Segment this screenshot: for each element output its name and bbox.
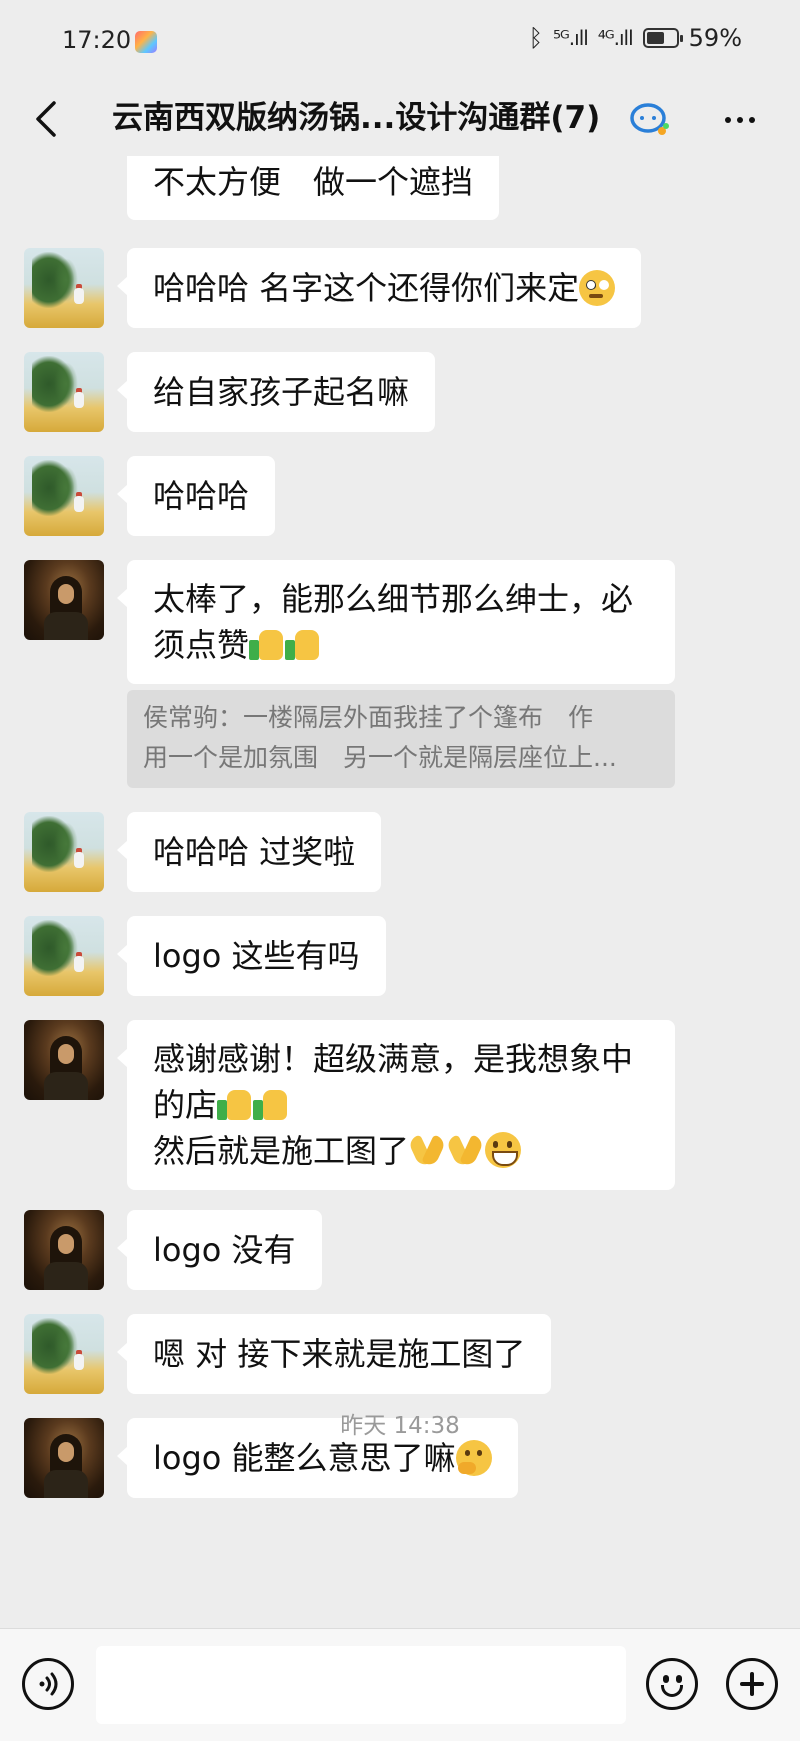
battery-fill xyxy=(646,32,664,44)
message-bubble[interactable]: 哈哈哈 名字这个还得你们来定 xyxy=(116,248,642,328)
avatar[interactable] xyxy=(24,916,104,996)
message-text: 感谢感谢！超级满意，是我想象中 xyxy=(153,1040,634,1078)
message-text: 哈哈哈 名字这个还得你们来定 xyxy=(153,269,580,307)
avatar[interactable] xyxy=(24,560,104,640)
chat-title: 云南西双版纳汤锅...设计沟通群(7) xyxy=(112,100,601,136)
thumbs-up-emoji-icon xyxy=(249,626,285,662)
battery-percent: 59% xyxy=(688,24,742,52)
plus-button[interactable] xyxy=(726,1658,778,1710)
message-bubble[interactable]: 太棒了，能那么细节那么绅士，必 须点赞 xyxy=(117,560,675,684)
message-bubble[interactable]: logo 这些有吗 xyxy=(117,916,386,996)
battery-icon xyxy=(642,28,683,48)
message-bubble[interactable]: 嗯 对 接下来就是施工图了 xyxy=(116,1314,552,1394)
more-button[interactable] xyxy=(718,102,762,138)
message-bubble[interactable]: logo 没有 xyxy=(117,1210,322,1290)
message-bubble[interactable]: 哈哈哈 xyxy=(116,456,276,536)
message-text: 哈哈哈 过奖啦 xyxy=(153,833,356,871)
message-text: 哈哈哈 xyxy=(153,477,250,515)
message-bubble[interactable]: 不太方便 做一个遮挡 xyxy=(127,156,500,220)
voice-icon xyxy=(39,1672,58,1696)
quote-line: 侯常驹：一楼隔层外面我挂了个篷布 作 xyxy=(143,703,594,732)
thumbs-up-emoji-icon xyxy=(253,1086,289,1122)
emoji-button[interactable] xyxy=(646,1658,698,1710)
signal-4g-icon: ⁴ᴳ.ıll xyxy=(597,26,634,50)
message-text: 然后就是施工图了 xyxy=(153,1132,410,1170)
avatar[interactable] xyxy=(24,456,104,536)
message-text: logo 这些有吗 xyxy=(153,937,360,975)
grin-emoji-icon xyxy=(485,1132,522,1168)
message-text: 嗯 对 接下来就是施工图了 xyxy=(153,1335,526,1373)
message-text: 不太方便 做一个遮挡 xyxy=(153,163,474,201)
status-indicators: ᛒ ⁵ᴳ.ıll ⁴ᴳ.ıll 59% xyxy=(529,24,742,52)
thumbs-up-emoji-icon xyxy=(285,626,321,662)
voice-button[interactable] xyxy=(22,1658,74,1710)
avatar[interactable] xyxy=(24,1020,104,1100)
status-time: 17:20 xyxy=(62,26,132,54)
signal-5g-icon: ⁵ᴳ.ıll xyxy=(553,26,589,50)
quote-line: 用一个是加氛围 另一个就是隔层座位上... xyxy=(143,743,617,772)
chat-bubble-icon[interactable] xyxy=(628,98,672,142)
message-input[interactable] xyxy=(96,1646,626,1724)
message-text: logo 没有 xyxy=(153,1231,296,1269)
timestamp: 昨天 14:38 xyxy=(340,1413,460,1439)
message-bubble[interactable]: 给自家孩子起名嘛 xyxy=(116,352,436,432)
message-text: 的店 xyxy=(153,1086,218,1124)
thumbs-up-emoji-icon xyxy=(217,1086,253,1122)
avatar[interactable] xyxy=(24,1314,104,1394)
back-button[interactable] xyxy=(26,94,66,144)
avatar[interactable] xyxy=(24,352,104,432)
avatar[interactable] xyxy=(24,812,104,892)
message-bubble[interactable]: 哈哈哈 过奖啦 xyxy=(116,812,382,892)
smirk-emoji-icon xyxy=(579,270,616,306)
quoted-message[interactable]: 侯常驹：一楼隔层外面我挂了个篷布 作 用一个是加氛围 另一个就是隔层座位上... xyxy=(127,690,675,788)
status-bar: 17:20 ᛒ ⁵ᴳ.ıll ⁴ᴳ.ıll 59% xyxy=(0,0,800,84)
input-bar xyxy=(0,1628,800,1741)
message-text: logo 能整么意思了嘛 xyxy=(153,1439,456,1477)
avatar[interactable] xyxy=(24,248,104,328)
chevron-left-icon xyxy=(36,101,56,137)
bluetooth-icon: ᛒ xyxy=(528,24,544,52)
emoji-icon xyxy=(663,1675,669,1683)
thinking-emoji-icon xyxy=(455,1440,492,1476)
message-text: 给自家孩子起名嘛 xyxy=(153,373,410,411)
pray-emoji-icon xyxy=(409,1132,447,1168)
chat-header: 云南西双版纳汤锅...设计沟通群(7) xyxy=(0,84,800,156)
pray-emoji-icon xyxy=(447,1132,485,1168)
message-text: 太棒了，能那么细节那么绅士，必 xyxy=(153,580,634,618)
avatar[interactable] xyxy=(24,1210,104,1290)
message-text: 须点赞 xyxy=(153,626,250,664)
app-notification-icon xyxy=(135,31,157,53)
message-bubble[interactable]: 感谢感谢！超级满意，是我想象中 的店 然后就是施工图了 xyxy=(117,1020,675,1190)
